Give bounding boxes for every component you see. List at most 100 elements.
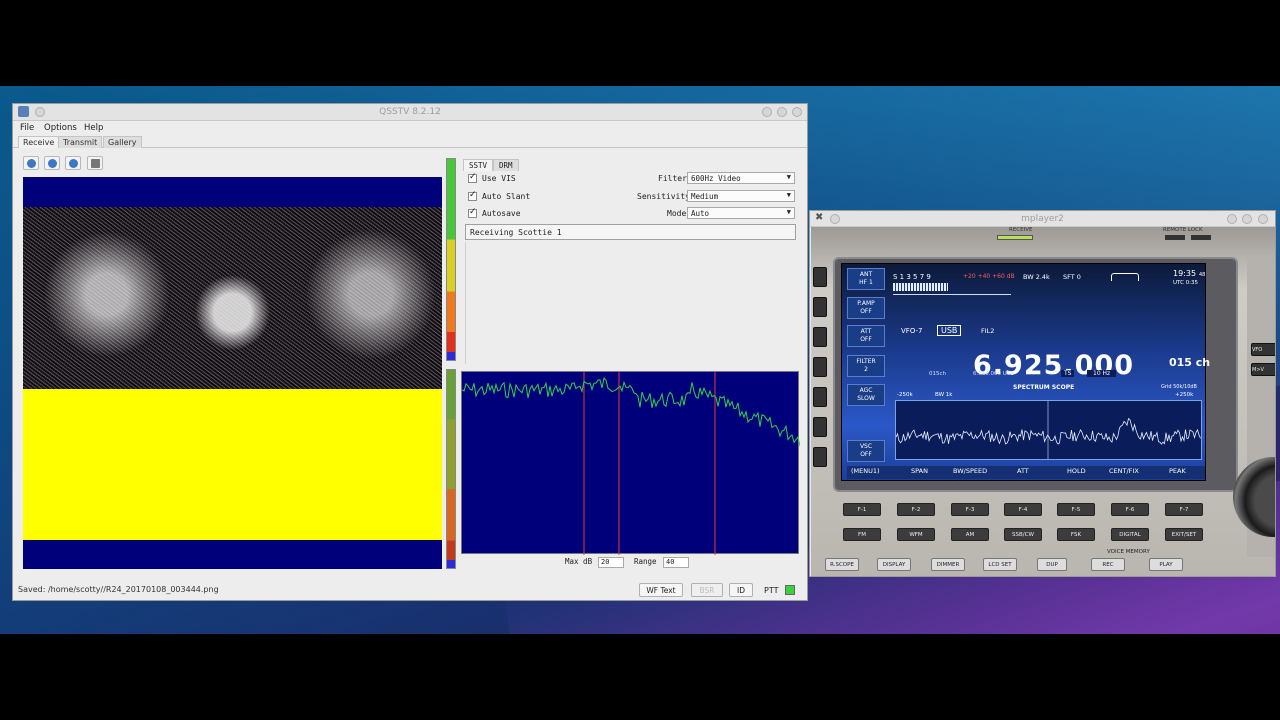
left-side-button[interactable] <box>813 417 827 437</box>
f1-button[interactable]: F-1 <box>843 503 881 516</box>
sub-frequency: 6.540.000 USB <box>973 371 1015 377</box>
spectrum-scope <box>895 400 1202 460</box>
exit-set-button[interactable]: EXIT/SET <box>1165 528 1203 541</box>
menu-help[interactable]: Help <box>84 123 103 133</box>
voice-memory-label: VOICE MEMORY <box>1107 549 1150 555</box>
left-side-button[interactable] <box>813 357 827 377</box>
mplayer-window[interactable]: ✖ mplayer2 RECEIVE REMOTE LOCK ANT HF 1 … <box>809 210 1276 577</box>
maximize-button[interactable] <box>1242 214 1252 224</box>
display-button[interactable]: DISPLAY <box>877 558 911 571</box>
chevron-down-icon: ▼ <box>786 208 791 216</box>
f2-button[interactable]: F-2 <box>897 503 935 516</box>
lcd-menu-row: (MENU1) SPAN BW/SPEED ATT HOLD CENT/FIX … <box>847 466 1205 479</box>
tab-transmit[interactable]: Transmit <box>58 136 103 148</box>
ptt-label: PTT <box>764 586 779 595</box>
sensitivity-select[interactable]: Medium ▼ <box>687 190 795 202</box>
erase-button[interactable] <box>65 156 81 170</box>
ts-label: TS <box>1061 370 1075 377</box>
play-icon <box>27 159 36 168</box>
dimmer-button[interactable]: DIMMER <box>931 558 965 571</box>
start-receive-button[interactable] <box>23 156 39 170</box>
dup-button[interactable]: DUP <box>1037 558 1067 571</box>
mode-label: Mode <box>667 209 687 218</box>
scope-grid: Grid 50k/10dB <box>1161 384 1197 390</box>
filter-select[interactable]: 600Hz Video ▼ <box>687 172 795 184</box>
range-label: Range <box>634 557 657 566</box>
range-spinbox[interactable]: 40 <box>663 557 689 568</box>
mplayer-titlebar[interactable]: ✖ mplayer2 <box>810 211 1275 227</box>
left-side-button[interactable] <box>813 387 827 407</box>
minimize-button[interactable] <box>1227 214 1237 224</box>
f3-button[interactable]: F-3 <box>951 503 989 516</box>
close-button[interactable] <box>1258 214 1268 224</box>
fm-button[interactable]: FM <box>843 528 881 541</box>
f6-button[interactable]: F-6 <box>1111 503 1149 516</box>
am-button[interactable]: AM <box>951 528 989 541</box>
autosave-checkbox[interactable] <box>468 207 477 218</box>
sft-readout: SFT 0 <box>1063 273 1081 281</box>
autosave-label: Autosave <box>482 209 521 218</box>
qsstv-window[interactable]: QSSTV 8.2.12 File Options Help Receive T… <box>12 103 808 601</box>
f4-button[interactable]: F-4 <box>1004 503 1042 516</box>
tab-sstv[interactable]: SSTV <box>463 159 494 171</box>
menu-label: (MENU1) <box>851 467 880 475</box>
close-button[interactable] <box>792 107 802 117</box>
tab-receive[interactable]: Receive <box>18 136 60 148</box>
r-scope-button[interactable]: R.SCOPE <box>825 558 859 571</box>
fsk-button[interactable]: FSK <box>1057 528 1095 541</box>
digital-button[interactable]: DIGITAL <box>1111 528 1149 541</box>
chevron-down-icon: ▼ <box>786 191 791 199</box>
left-side-button[interactable] <box>813 267 827 287</box>
video-area[interactable]: RECEIVE REMOTE LOCK ANT HF 1 P.AMP OFF ATT… <box>811 227 1275 576</box>
left-side-button[interactable] <box>813 447 827 467</box>
mode-select[interactable]: Auto ▼ <box>687 207 795 219</box>
tab-drm[interactable]: DRM <box>493 159 519 171</box>
memory-channel: 015 ch <box>1169 356 1211 369</box>
mode-value: Auto <box>691 209 710 218</box>
menubar: File Options Help <box>13 121 807 135</box>
ssb-cw-button[interactable]: SSB/CW <box>1004 528 1042 541</box>
left-side-button[interactable] <box>813 297 827 317</box>
vfo-button[interactable]: VFO <box>1251 343 1275 356</box>
received-image-noise <box>23 207 442 389</box>
wf-text-button[interactable]: WF Text <box>639 583 683 597</box>
tab-gallery[interactable]: Gallery <box>103 136 142 148</box>
minimize-button[interactable] <box>762 107 772 117</box>
menu-file[interactable]: File <box>20 123 34 133</box>
f7-button[interactable]: F-7 <box>1165 503 1203 516</box>
use-vis-checkbox[interactable] <box>468 172 477 183</box>
max-db-spinbox[interactable]: 20 <box>598 557 624 568</box>
lcd-set-button[interactable]: LCD SET <box>983 558 1017 571</box>
remote-button[interactable] <box>1165 235 1185 240</box>
max-db-label: Max dB <box>565 557 593 566</box>
spectrum-plot <box>462 372 800 555</box>
clock: 19:35 <box>1173 269 1197 278</box>
stop-receive-button[interactable] <box>44 156 60 170</box>
save-button[interactable] <box>87 156 103 170</box>
wfm-button[interactable]: WFM <box>897 528 935 541</box>
bsr-button[interactable]: BSR <box>691 583 723 597</box>
menu-options[interactable]: Options <box>44 123 77 133</box>
rec-button[interactable]: REC <box>1091 558 1125 571</box>
left-side-button[interactable] <box>813 327 827 347</box>
audio-level-meter <box>446 158 456 361</box>
filter-value: 600Hz Video <box>691 174 741 183</box>
scope-span-left: -250k <box>897 392 913 398</box>
scope-bw: BW 1k <box>935 392 953 398</box>
lock-button[interactable] <box>1191 235 1211 240</box>
id-button[interactable]: ID <box>729 583 753 597</box>
main-dial-knob[interactable] <box>1233 457 1275 537</box>
mode-indicator: USB <box>937 325 962 336</box>
spectrum-display[interactable] <box>461 371 800 555</box>
f5-button[interactable]: F-5 <box>1057 503 1095 516</box>
m-to-v-button[interactable]: M>V <box>1251 363 1275 376</box>
menu-peak: PEAK <box>1169 467 1186 475</box>
preamp-indicator: P.AMP OFF <box>847 297 885 319</box>
s-meter-line <box>893 294 1011 295</box>
play-button[interactable]: PLAY <box>1149 558 1183 571</box>
qsstv-titlebar[interactable]: QSSTV 8.2.12 <box>13 104 807 121</box>
use-vis-label: Use VIS <box>482 174 516 183</box>
clock-seconds: 48 <box>1199 272 1206 278</box>
auto-slant-checkbox[interactable] <box>468 190 477 201</box>
maximize-button[interactable] <box>777 107 787 117</box>
